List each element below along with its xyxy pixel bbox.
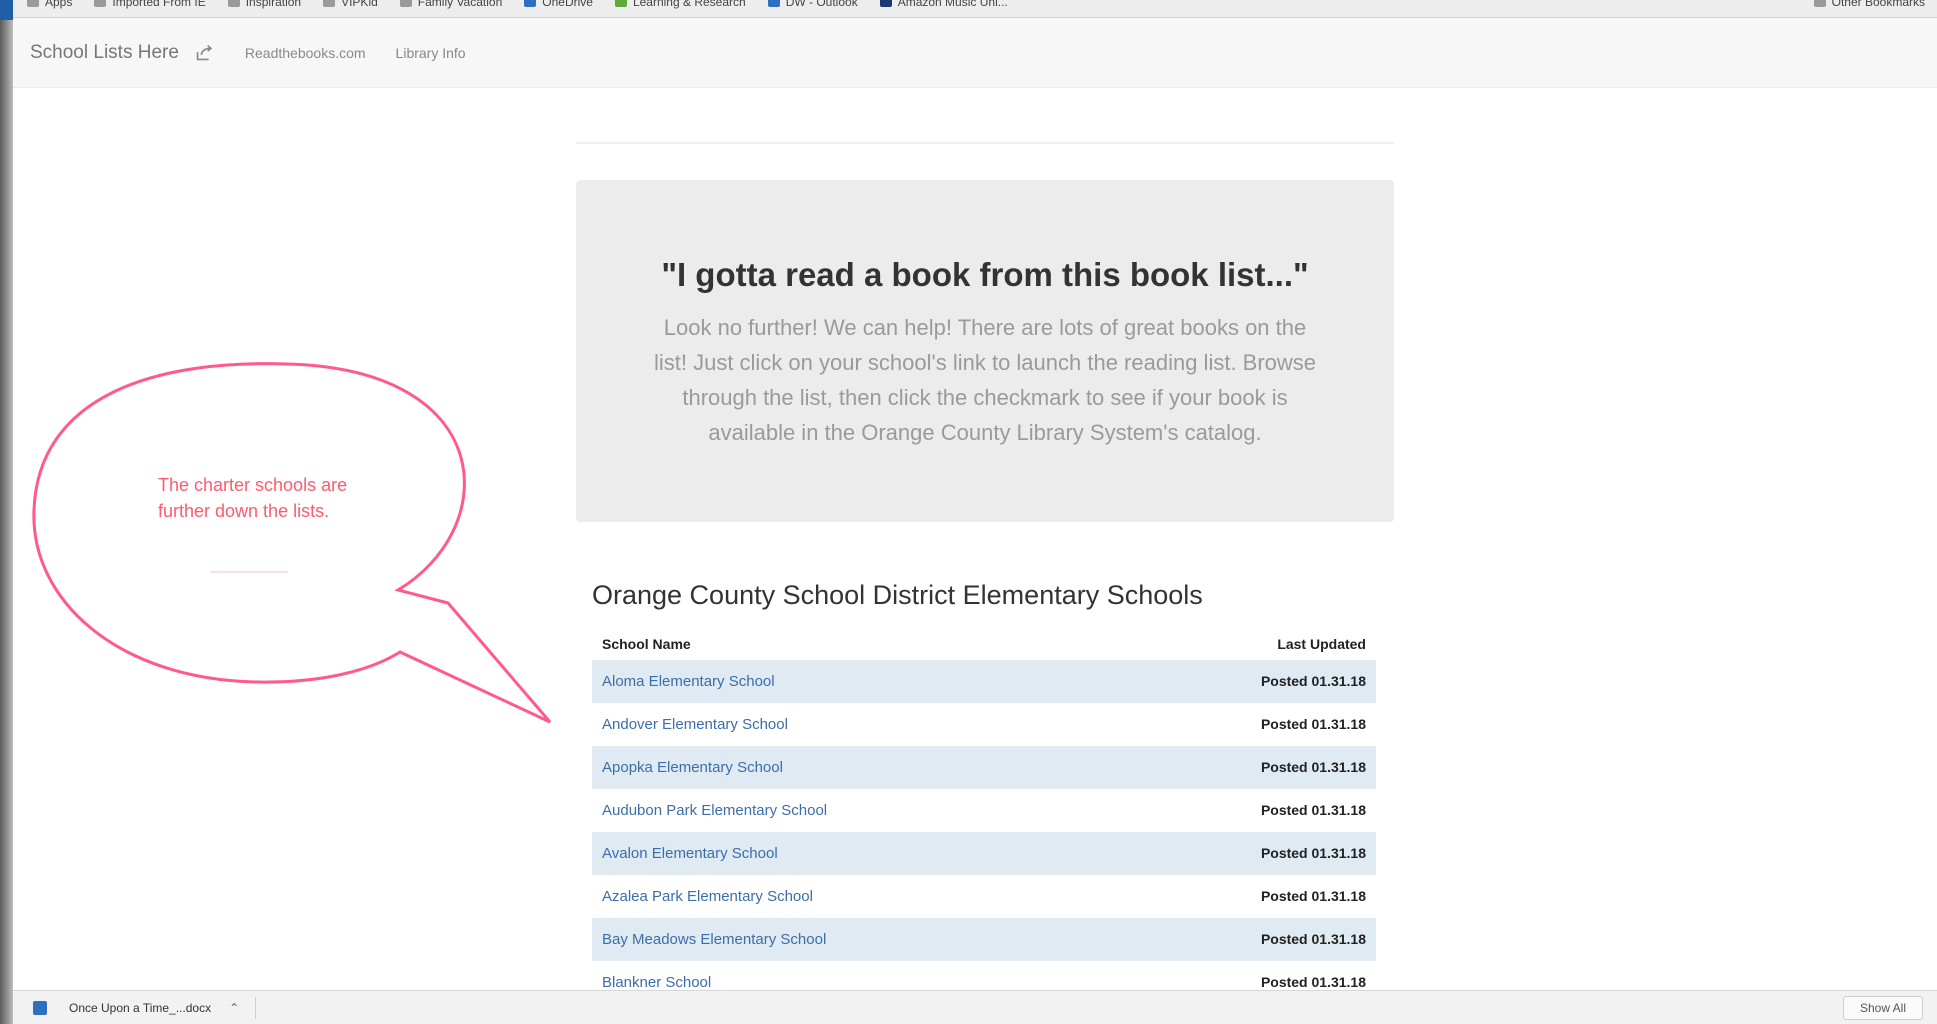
bookmark-apps[interactable]: Apps [27, 0, 72, 9]
table-row: Audubon Park Elementary School Posted 01… [592, 789, 1376, 832]
hero-box: "I gotta read a book from this book list… [576, 180, 1394, 522]
bookmark-other-bookmarks[interactable]: Other Bookmarks [1813, 0, 1925, 9]
bookmark-amazon-music[interactable]: Amazon Music Unl... [879, 0, 1008, 9]
folder-icon [323, 0, 336, 7]
bookmark-label: Imported From IE [112, 0, 206, 9]
folder-icon [1813, 0, 1826, 7]
school-link[interactable]: Aloma Elementary School [602, 673, 775, 690]
bookmark-family-vacation[interactable]: Family Vacation [399, 0, 503, 9]
apps-icon [27, 0, 39, 7]
downloads-bar: Once Upon a Time_...docx ⌃ Show All [13, 990, 1937, 1024]
last-updated: Posted 01.31.18 [1260, 845, 1366, 861]
bookmark-label: VIPKid [341, 0, 378, 9]
share-icon[interactable] [193, 42, 215, 64]
annotation-text: The charter schools are further down the… [158, 475, 348, 521]
folder-icon [227, 0, 240, 7]
bookmark-label: OneDrive [542, 0, 593, 9]
last-updated: Posted 01.31.18 [1260, 974, 1366, 990]
last-updated: Posted 01.31.18 [1260, 802, 1366, 818]
annotation-underline [210, 571, 288, 573]
nav-link-readthebooks[interactable]: Readthebooks.com [245, 45, 366, 61]
download-item[interactable]: Once Upon a Time_...docx [69, 1001, 211, 1015]
site-nav: School Lists Here Readthebooks.com Libra… [13, 18, 1937, 88]
table-row: Aloma Elementary School Posted 01.31.18 [592, 660, 1376, 703]
section-title: Orange County School District Elementary… [592, 580, 1203, 610]
school-link[interactable]: Andover Elementary School [602, 716, 788, 733]
word-document-icon [33, 1000, 47, 1015]
chevron-up-icon[interactable]: ⌃ [229, 1001, 239, 1015]
column-header-school-name: School Name [602, 636, 691, 652]
folder-icon [399, 0, 412, 7]
table-row: Andover Elementary School Posted 01.31.1… [592, 703, 1376, 746]
last-updated: Posted 01.31.18 [1260, 716, 1366, 732]
bookmarks-bar: Apps Imported From IE Inspiration VIPKid… [13, 0, 1937, 18]
hero-description: Look no further! We can help! There are … [653, 315, 1317, 445]
speech-bubble-annotation [32, 362, 552, 724]
leaf-icon [614, 0, 627, 7]
folder-icon [94, 0, 107, 7]
last-updated: Posted 01.31.18 [1260, 759, 1366, 775]
schools-table: School Name Last Updated Aloma Elementar… [592, 628, 1376, 1004]
table-row: Avalon Elementary School Posted 01.31.18 [592, 832, 1376, 875]
column-header-last-updated: Last Updated [1277, 636, 1366, 652]
bookmark-label: Learning & Research [632, 0, 746, 9]
last-updated: Posted 01.31.18 [1260, 931, 1366, 947]
bookmark-label: DW - Outlook [785, 0, 858, 9]
nav-link-library-info[interactable]: Library Info [396, 45, 466, 61]
bookmark-inspiration[interactable]: Inspiration [227, 0, 302, 9]
table-row: Bay Meadows Elementary School Posted 01.… [592, 918, 1376, 961]
cloud-icon [524, 0, 537, 7]
table-header-row: School Name Last Updated [592, 628, 1376, 660]
table-row: Apopka Elementary School Posted 01.31.18 [592, 746, 1376, 789]
school-link[interactable]: Avalon Elementary School [602, 845, 778, 862]
last-updated: Posted 01.31.18 [1260, 888, 1366, 904]
school-link[interactable]: Azalea Park Elementary School [602, 888, 813, 905]
school-link[interactable]: Bay Meadows Elementary School [602, 931, 826, 948]
site-brand[interactable]: School Lists Here [30, 42, 179, 64]
bookmark-outlook[interactable]: DW - Outlook [767, 0, 858, 9]
last-updated: Posted 01.31.18 [1260, 673, 1366, 689]
bookmark-vipkid[interactable]: VIPKid [323, 0, 378, 9]
bookmark-label: Amazon Music Unl... [897, 0, 1008, 9]
mail-icon [767, 0, 780, 7]
bookmark-label: Apps [45, 0, 73, 9]
music-icon [879, 0, 892, 7]
bookmark-label: Inspiration [245, 0, 302, 9]
divider [255, 996, 257, 1019]
school-link[interactable]: Apopka Elementary School [602, 759, 783, 776]
table-row: Azalea Park Elementary School Posted 01.… [592, 875, 1376, 918]
show-all-button[interactable]: Show All [1842, 995, 1923, 1020]
bookmark-onedrive[interactable]: OneDrive [524, 0, 593, 9]
window-left-edge [0, 0, 13, 1024]
school-link[interactable]: Blankner School [602, 974, 711, 991]
bookmark-imported-from-ie[interactable]: Imported From IE [94, 0, 206, 9]
school-link[interactable]: Audubon Park Elementary School [602, 802, 827, 819]
bookmark-learning-research[interactable]: Learning & Research [614, 0, 746, 9]
bookmark-label: Family Vacation [417, 0, 503, 9]
divider [576, 142, 1394, 144]
bookmark-label: Other Bookmarks [1831, 0, 1925, 9]
hero-title: "I gotta read a book from this book list… [661, 256, 1309, 293]
